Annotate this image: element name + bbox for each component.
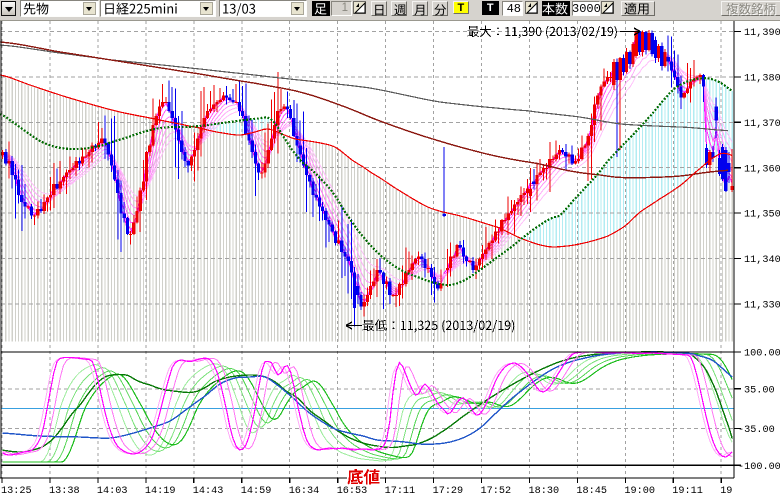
svg-text:11,340: 11,340: [744, 255, 780, 266]
svg-text:11,390: 11,390: [744, 28, 780, 39]
svg-text:19:00: 19:00: [624, 486, 655, 497]
svg-text:16:53: 16:53: [337, 486, 368, 497]
svg-text:-100.00: -100.00: [738, 462, 780, 473]
svg-text:18:30: 18:30: [529, 486, 560, 497]
svg-text:-35.00: -35.00: [738, 425, 775, 436]
svg-text:19: 19: [720, 486, 732, 497]
svg-text:16:34: 16:34: [289, 486, 320, 497]
svg-text:11,350: 11,350: [744, 210, 780, 221]
svg-text:100.00: 100.00: [744, 349, 780, 360]
svg-text:17:52: 17:52: [481, 486, 512, 497]
svg-text:35.00: 35.00: [744, 385, 775, 396]
svg-text:11,380: 11,380: [744, 74, 780, 85]
svg-text:14:19: 14:19: [145, 486, 176, 497]
svg-text:14:59: 14:59: [241, 486, 272, 497]
svg-text:13:38: 13:38: [49, 486, 80, 497]
svg-text:17:11: 17:11: [385, 486, 416, 497]
svg-text:18:45: 18:45: [576, 486, 607, 497]
svg-text:11,360: 11,360: [744, 164, 780, 175]
svg-text:14:43: 14:43: [193, 486, 224, 497]
svg-text:11,330: 11,330: [744, 301, 780, 312]
svg-text:13:25: 13:25: [1, 486, 32, 497]
svg-text:17:29: 17:29: [433, 486, 464, 497]
svg-text:14:03: 14:03: [97, 486, 128, 497]
svg-text:19:11: 19:11: [672, 486, 703, 497]
svg-text:11,370: 11,370: [744, 119, 780, 130]
